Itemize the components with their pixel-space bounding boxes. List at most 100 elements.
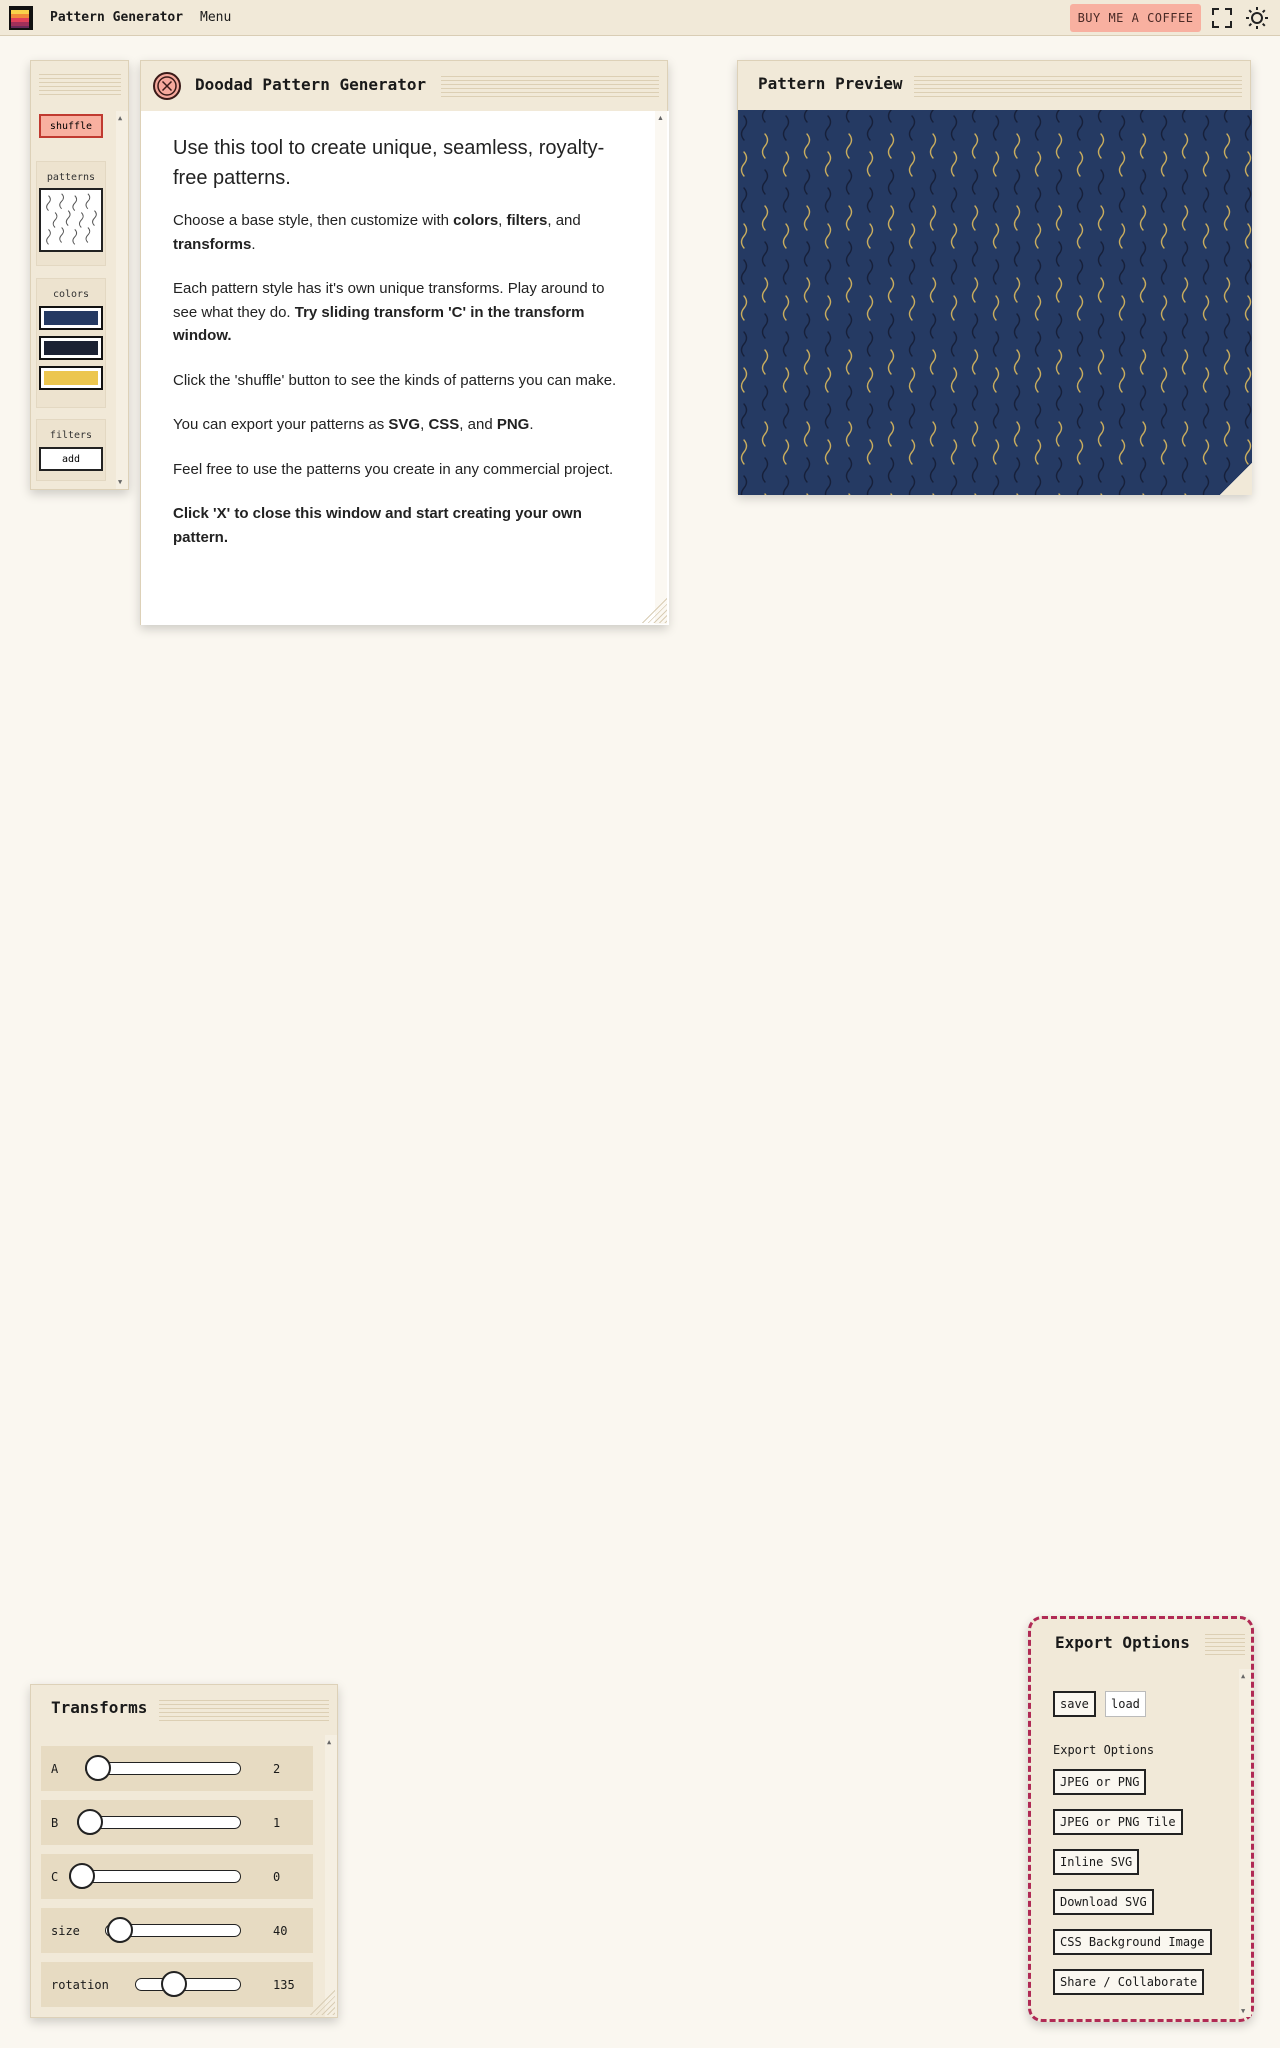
- scroll-up-icon[interactable]: ▲: [1241, 1672, 1245, 1680]
- transform-slider-thumb[interactable]: [69, 1863, 95, 1889]
- text: .: [529, 416, 534, 433]
- shuffle-button[interactable]: shuffle: [39, 114, 103, 138]
- color-swatch-1[interactable]: [39, 306, 103, 330]
- pattern-squiggle: [1202, 259, 1210, 285]
- pattern-squiggle: [824, 403, 832, 429]
- color-swatch-3[interactable]: [39, 366, 103, 390]
- sun-icon[interactable]: [1245, 6, 1269, 30]
- pattern-squiggle: [971, 169, 979, 195]
- pattern-squiggle: [1013, 385, 1021, 411]
- transform-row-a: A 2: [41, 1746, 313, 1791]
- menu-link[interactable]: Menu: [200, 10, 231, 25]
- pattern-squiggle: [1034, 403, 1042, 429]
- pattern-squiggle: [1034, 367, 1042, 393]
- export-inline-svg-button[interactable]: Inline SVG: [1053, 1849, 1140, 1875]
- pattern-squiggle: [782, 187, 790, 213]
- pattern-squiggle: [1013, 133, 1021, 159]
- pattern-squiggle: [1139, 349, 1147, 375]
- pattern-thumbnail[interactable]: [39, 188, 103, 252]
- text-bold: CSS: [428, 416, 460, 433]
- color-swatch-2[interactable]: [39, 336, 103, 360]
- pattern-squiggle: [1055, 349, 1063, 375]
- share-collaborate-button[interactable]: Share / Collaborate: [1053, 1969, 1205, 1995]
- pattern-squiggle: [929, 421, 937, 447]
- top-bar: Pattern Generator Menu BUY ME A COFFEE: [0, 0, 1280, 36]
- pattern-squiggle: [1223, 313, 1231, 339]
- pattern-squiggle: [992, 331, 1000, 357]
- drag-handle-lines[interactable]: [39, 71, 121, 97]
- text-bold: transforms: [173, 235, 252, 253]
- pattern-squiggle: [1223, 133, 1231, 159]
- pattern-squiggle: [740, 115, 748, 141]
- transform-slider-thumb[interactable]: [107, 1917, 133, 1943]
- pattern-squiggle: [887, 313, 895, 339]
- scroll-up-icon[interactable]: ▲: [657, 115, 664, 123]
- pattern-squiggle: [908, 151, 916, 177]
- drag-handle-lines[interactable]: [159, 1697, 329, 1723]
- pattern-squiggle: [1058, 493, 1061, 495]
- pattern-squiggle: [1181, 349, 1189, 375]
- load-button[interactable]: load: [1105, 1691, 1146, 1717]
- pattern-squiggle: [1181, 133, 1189, 159]
- app-logo-icon[interactable]: [7, 4, 35, 32]
- pattern-squiggle: [761, 385, 769, 411]
- css-background-image-button[interactable]: CSS Background Image: [1053, 1929, 1212, 1955]
- pattern-squiggle: [908, 367, 916, 393]
- transforms-scrollbar[interactable]: ▲: [325, 1735, 337, 2017]
- export-jpeg-png-button[interactable]: JPEG or PNG: [1053, 1769, 1147, 1795]
- pattern-squiggle: [803, 421, 811, 447]
- scroll-down-icon[interactable]: ▼: [118, 478, 122, 486]
- text: Choose a base style, then customize with: [173, 212, 454, 229]
- export-jpeg-png-tile-button[interactable]: JPEG or PNG Tile: [1053, 1809, 1183, 1835]
- scroll-down-icon[interactable]: ▼: [1241, 2007, 1245, 2015]
- pattern-squiggle: [950, 223, 958, 249]
- pattern-squiggle: [1202, 295, 1210, 321]
- drag-handle-lines[interactable]: [441, 73, 659, 99]
- download-svg-button[interactable]: Download SVG: [1053, 1889, 1154, 1915]
- pattern-squiggle: [1139, 169, 1147, 195]
- save-button[interactable]: save: [1053, 1691, 1096, 1717]
- pattern-squiggle: [1181, 169, 1189, 195]
- pattern-squiggle: [866, 403, 874, 429]
- close-button[interactable]: [153, 72, 181, 100]
- resize-grip-icon[interactable]: [1220, 463, 1252, 495]
- transform-slider-track[interactable]: [135, 1978, 241, 1991]
- pattern-squiggle: [845, 205, 853, 231]
- pattern-graphic: [740, 110, 1252, 495]
- intro-scrollbar[interactable]: ▲: [655, 111, 667, 624]
- drag-handle-lines[interactable]: [1205, 1631, 1245, 1657]
- pattern-squiggle: [782, 331, 790, 357]
- filters-section: filters add: [36, 419, 106, 481]
- resize-grip-icon[interactable]: [641, 597, 667, 623]
- scroll-up-icon[interactable]: ▲: [118, 114, 122, 122]
- buy-me-a-coffee-button[interactable]: BUY ME A COFFEE: [1070, 4, 1201, 32]
- pattern-squiggle: [1223, 385, 1231, 411]
- add-filter-button[interactable]: add: [39, 447, 103, 471]
- transform-label: B: [51, 1815, 59, 1830]
- export-scrollbar[interactable]: ▲ ▼: [1239, 1669, 1251, 2017]
- colors-section: colors: [36, 278, 106, 408]
- pattern-squiggle: [887, 169, 895, 195]
- pattern-squiggle: [1244, 259, 1252, 285]
- pattern-squiggle: [866, 475, 874, 495]
- pattern-squiggle: [782, 367, 790, 393]
- pattern-squiggle: [1055, 421, 1063, 447]
- fullscreen-icon[interactable]: [1211, 7, 1233, 29]
- pattern-squiggle: [908, 475, 916, 495]
- pattern-squiggle: [1055, 277, 1063, 303]
- pattern-squiggle: [1076, 367, 1084, 393]
- export-section-label: Export Options: [1053, 1743, 1155, 1757]
- transform-slider-thumb[interactable]: [161, 1971, 187, 1997]
- transform-slider-thumb[interactable]: [77, 1809, 103, 1835]
- pattern-squiggle: [887, 277, 895, 303]
- scroll-up-icon[interactable]: ▲: [327, 1738, 331, 1746]
- pattern-squiggle: [1223, 349, 1231, 375]
- sidebar-scrollbar[interactable]: ▲ ▼: [116, 111, 128, 489]
- pattern-squiggle: [761, 277, 769, 303]
- pattern-squiggle: [1097, 457, 1105, 483]
- pattern-squiggle: [1244, 223, 1252, 249]
- pattern-squiggle: [740, 187, 748, 213]
- pattern-squiggle: [1013, 457, 1021, 483]
- drag-handle-lines[interactable]: [914, 73, 1242, 99]
- transform-slider-thumb[interactable]: [85, 1755, 111, 1781]
